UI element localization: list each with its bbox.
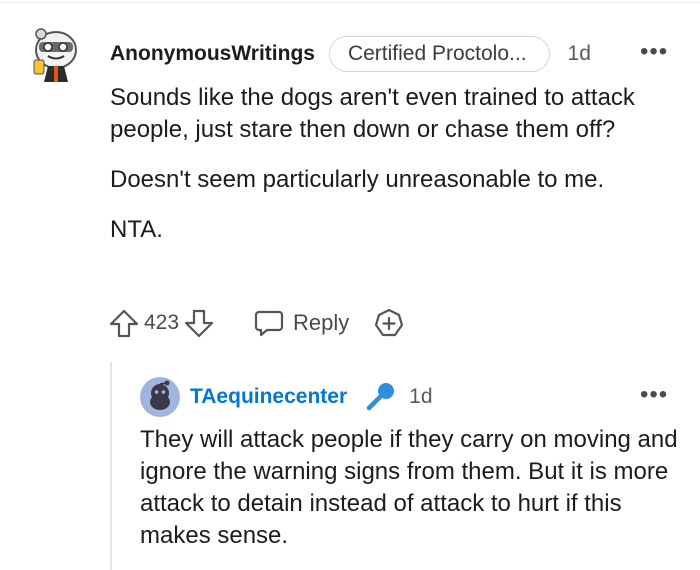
comment-header: AnonymousWritings Certified Proctolo... … [110, 34, 591, 74]
reply-username[interactable]: TAequinecenter [190, 385, 347, 409]
comment-paragraph: Doesn't seem particularly unreasonable t… [110, 166, 605, 193]
thread-line[interactable] [110, 362, 112, 570]
comment-paragraph: Sounds like the dogs aren't even trained… [110, 84, 635, 143]
reply-header: TAequinecenter 1d [190, 378, 433, 416]
downvote-icon[interactable] [183, 307, 215, 339]
user-flair[interactable]: Certified Proctolo... [328, 36, 550, 72]
comment-paragraph: NTA. [110, 216, 163, 243]
username[interactable]: AnonymousWritings [110, 42, 315, 66]
add-award-icon[interactable] [373, 307, 405, 339]
user-avatar[interactable] [30, 26, 82, 84]
comment-body: Sounds like the dogs aren't even trained… [110, 82, 690, 264]
reply-more-options-button[interactable]: ••• [640, 381, 668, 409]
microphone-icon [366, 383, 395, 411]
reply-bubble-icon [254, 310, 284, 337]
timestamp[interactable]: 1d [568, 42, 591, 66]
comment-actions: 423 Reply [108, 303, 405, 343]
more-options-button[interactable]: ••• [640, 38, 668, 66]
reply-body: They will attack people if they carry on… [140, 426, 678, 549]
comment-main: AnonymousWritings Certified Proctolo... … [0, 0, 700, 570]
reply-button[interactable]: Reply [253, 307, 349, 339]
reply-label: Reply [293, 310, 350, 335]
vote-score: 423 [144, 311, 180, 334]
reply-timestamp[interactable]: 1d [409, 385, 432, 409]
reply-user-avatar[interactable] [140, 377, 180, 417]
upvote-icon[interactable] [108, 307, 140, 339]
